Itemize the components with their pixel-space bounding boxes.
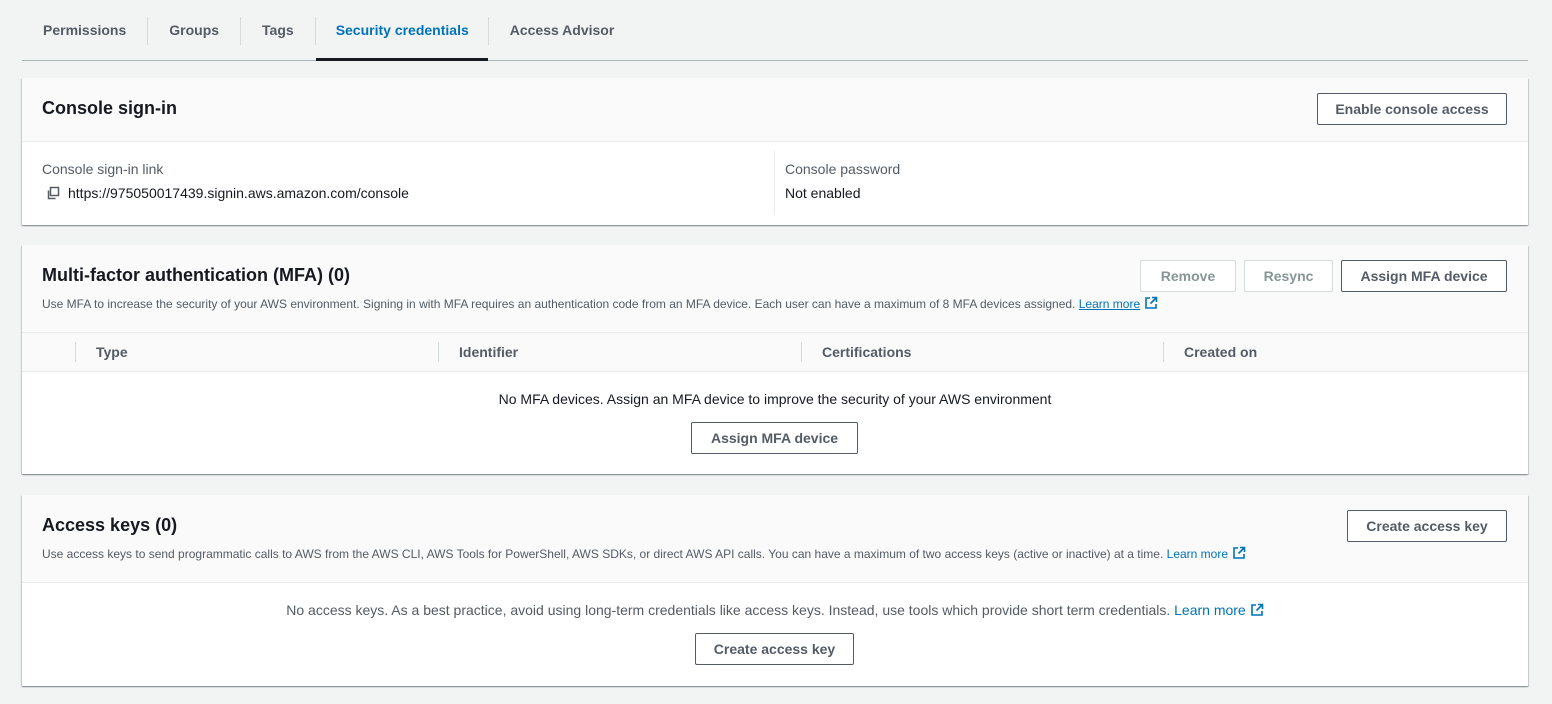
mfa-description-text: Use MFA to increase the security of your… xyxy=(42,297,1076,311)
column-header-certifications[interactable]: Certifications xyxy=(822,333,911,371)
access-keys-empty-learn-more-link[interactable]: Learn more xyxy=(1174,602,1246,618)
external-link-icon xyxy=(1232,546,1246,563)
create-access-key-empty-button[interactable]: Create access key xyxy=(695,633,854,665)
column-header-type[interactable]: Type xyxy=(96,333,128,371)
mfa-description: Use MFA to increase the security of your… xyxy=(42,296,1158,313)
create-access-key-button[interactable]: Create access key xyxy=(1347,510,1507,542)
column-divider xyxy=(75,342,76,362)
tab-label: Permissions xyxy=(43,21,127,38)
column-divider xyxy=(801,342,802,362)
column-divider xyxy=(1163,342,1164,362)
external-link-icon xyxy=(1144,296,1158,313)
access-keys-description-text: Use access keys to send programmatic cal… xyxy=(42,547,1164,561)
column-header-created-on[interactable]: Created on xyxy=(1184,333,1257,371)
console-signin-header: Console sign-in Enable console access xyxy=(22,78,1528,142)
tab-label: Access Advisor xyxy=(509,21,615,38)
tab-bar: Permissions Groups Tags Security credent… xyxy=(22,0,1528,61)
tab-permissions[interactable]: Permissions xyxy=(22,0,147,60)
mfa-table-header: Type Identifier Certifications Created o… xyxy=(22,332,1528,372)
console-signin-link-value: https://975050017439.signin.aws.amazon.c… xyxy=(68,185,409,201)
mfa-title: Multi-factor authentication (MFA) (0) xyxy=(42,265,350,285)
access-keys-description: Use access keys to send programmatic cal… xyxy=(42,546,1246,563)
mfa-learn-more-link[interactable]: Learn more xyxy=(1079,297,1140,311)
tab-tags[interactable]: Tags xyxy=(241,0,315,60)
tab-label: Groups xyxy=(169,21,220,38)
assign-mfa-device-empty-button[interactable]: Assign MFA device xyxy=(691,422,858,454)
remove-button[interactable]: Remove xyxy=(1140,260,1236,292)
access-keys-panel: Access keys (0) Use access keys to send … xyxy=(22,495,1528,686)
external-link-icon xyxy=(1250,603,1264,620)
console-password-label: Console password xyxy=(785,161,901,177)
copy-icon[interactable] xyxy=(46,186,60,203)
console-signin-link-label: Console sign-in link xyxy=(42,161,164,177)
tab-access-advisor[interactable]: Access Advisor xyxy=(489,0,636,60)
access-keys-empty-state-text: No access keys. As a best practice, avoi… xyxy=(286,602,1171,618)
tab-groups[interactable]: Groups xyxy=(148,0,240,60)
assign-mfa-device-button[interactable]: Assign MFA device xyxy=(1341,260,1507,292)
access-keys-title: Access keys (0) xyxy=(42,515,178,535)
tab-label: Security credentials xyxy=(335,21,469,38)
access-keys-header: Access keys (0) Use access keys to send … xyxy=(22,495,1528,583)
console-signin-panel: Console sign-in Enable console access Co… xyxy=(22,78,1528,225)
access-keys-empty-state: No access keys. As a best practice, avoi… xyxy=(22,602,1528,620)
console-password-value: Not enabled xyxy=(785,185,861,201)
console-signin-title: Console sign-in xyxy=(42,98,177,118)
mfa-empty-state-text: No MFA devices. Assign an MFA device to … xyxy=(498,391,1052,407)
mfa-panel: Multi-factor authentication (MFA) (0) Us… xyxy=(22,245,1528,474)
mfa-header: Multi-factor authentication (MFA) (0) Us… xyxy=(22,245,1528,333)
tab-label: Tags xyxy=(262,21,294,38)
column-divider xyxy=(774,150,775,214)
resync-button[interactable]: Resync xyxy=(1244,260,1333,292)
access-keys-learn-more-link[interactable]: Learn more xyxy=(1167,547,1228,561)
tab-security-credentials[interactable]: Security credentials xyxy=(315,0,488,61)
enable-console-access-button[interactable]: Enable console access xyxy=(1317,93,1507,125)
column-header-identifier[interactable]: Identifier xyxy=(459,333,518,371)
column-divider xyxy=(438,342,439,362)
